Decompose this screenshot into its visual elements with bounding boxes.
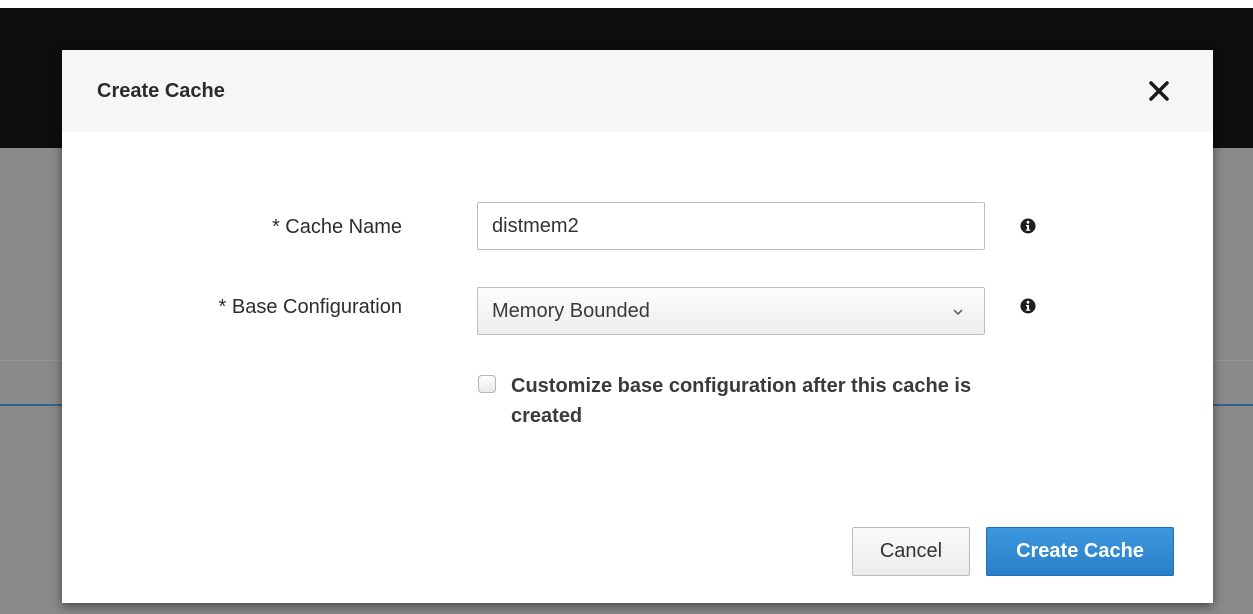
base-configuration-select[interactable]: Memory Bounded xyxy=(477,287,985,335)
cache-name-label: * Cache Name xyxy=(271,216,402,238)
chevron-down-icon xyxy=(953,309,963,316)
info-icon[interactable] xyxy=(1020,218,1036,234)
create-cache-dialog: Create Cache * Cache Name * Base Configu… xyxy=(62,50,1213,603)
cancel-button[interactable]: Cancel xyxy=(852,527,970,576)
base-configuration-label: * Base Configuration xyxy=(218,296,402,318)
dialog-title: Create Cache xyxy=(97,80,225,102)
cache-name-input[interactable] xyxy=(477,202,985,250)
customize-config-checkbox[interactable] xyxy=(478,375,496,393)
base-configuration-selected-value: Memory Bounded xyxy=(492,300,650,322)
create-cache-button[interactable]: Create Cache xyxy=(986,527,1174,576)
close-icon xyxy=(1149,81,1169,101)
info-icon[interactable] xyxy=(1020,298,1036,314)
customize-config-label[interactable]: Customize base configuration after this … xyxy=(511,371,981,431)
close-button[interactable] xyxy=(1142,74,1176,108)
dialog-header: Create Cache xyxy=(62,50,1213,132)
app-top-stripe xyxy=(0,0,1253,8)
